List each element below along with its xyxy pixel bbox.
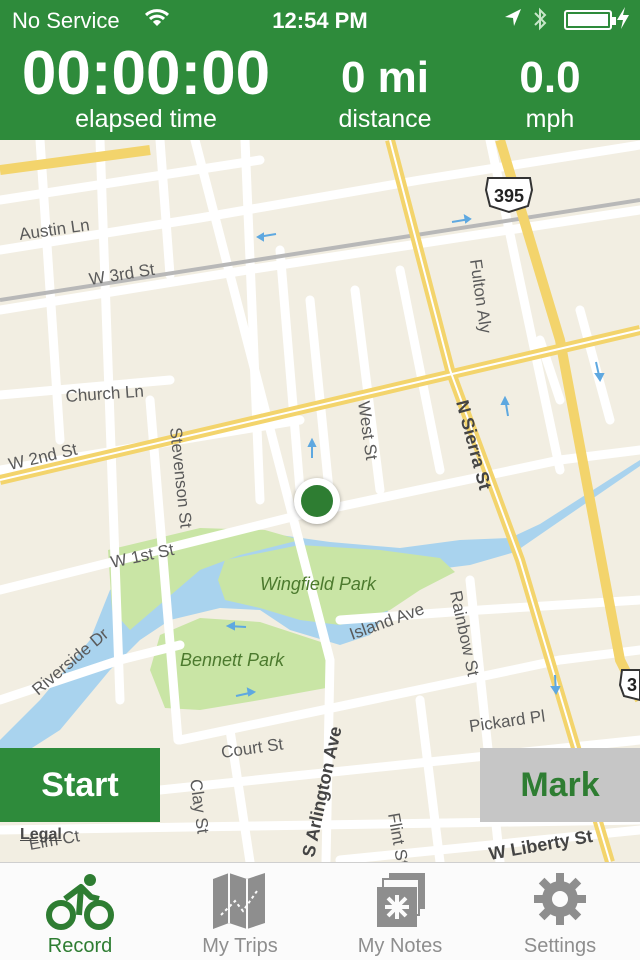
elapsed-time-stat: 00:00:00 elapsed time [16, 39, 276, 133]
tab-record[interactable]: Record [0, 863, 160, 960]
highway-edge-label: 3 [627, 675, 637, 695]
highway-395-label: 395 [494, 186, 524, 206]
legal-link[interactable]: Legal [20, 826, 62, 844]
highway-395-shield-icon: 395 [484, 177, 534, 214]
street-label-arlington: S Arlington Ave [298, 725, 345, 859]
battery-icon [564, 10, 616, 30]
start-button[interactable]: Start [0, 748, 160, 822]
park-label-bennett: Bennett Park [180, 650, 285, 670]
stats-header: No Service 12:54 PM 00:00:00 elapsed tim… [0, 0, 640, 140]
bicycle-icon [45, 871, 115, 931]
tab-my-notes-label: My Notes [357, 935, 443, 957]
street-label-west: West St [354, 400, 381, 462]
current-location-marker [294, 478, 340, 524]
gear-icon [525, 871, 595, 931]
highway-edge-shield-icon: 3 [618, 669, 640, 702]
status-bar: No Service 12:54 PM [0, 0, 640, 40]
speed-label: mph [525, 105, 575, 133]
location-arrow-icon [504, 8, 522, 34]
tab-my-trips[interactable]: My Trips [160, 863, 320, 960]
street-label-wliberty: W Liberty St [487, 826, 594, 862]
street-label-fulton: Fulton Aly [466, 258, 495, 335]
tab-my-trips-label: My Trips [202, 935, 278, 957]
map-view[interactable]: 395 3 Austin Ln W 3rd St Church Ln W 2nd… [0, 140, 640, 862]
elapsed-time-label: elapsed time [75, 105, 217, 133]
tab-settings[interactable]: Settings [480, 863, 640, 960]
elapsed-time-value: 00:00:00 [21, 39, 271, 108]
charging-bolt-icon [616, 6, 630, 36]
mark-button[interactable]: Mark [480, 748, 640, 822]
notes-icon [365, 871, 435, 931]
tab-bar: Record My Trips My Notes Settings [0, 862, 640, 960]
speed-value: 0.0 [519, 53, 581, 102]
distance-value: 0 mi [340, 53, 430, 102]
bluetooth-icon [532, 6, 548, 39]
tab-settings-label: Settings [523, 935, 597, 957]
park-label-wingfield: Wingfield Park [260, 574, 377, 594]
street-label-church: Church Ln [65, 382, 145, 406]
tab-my-notes[interactable]: My Notes [320, 863, 480, 960]
tab-record-label: Record [47, 935, 113, 957]
map-icon [205, 871, 275, 931]
distance-label: distance [338, 105, 432, 133]
distance-stat: 0 mi distance [300, 50, 470, 132]
speed-stat: 0.0 mph [470, 50, 630, 132]
